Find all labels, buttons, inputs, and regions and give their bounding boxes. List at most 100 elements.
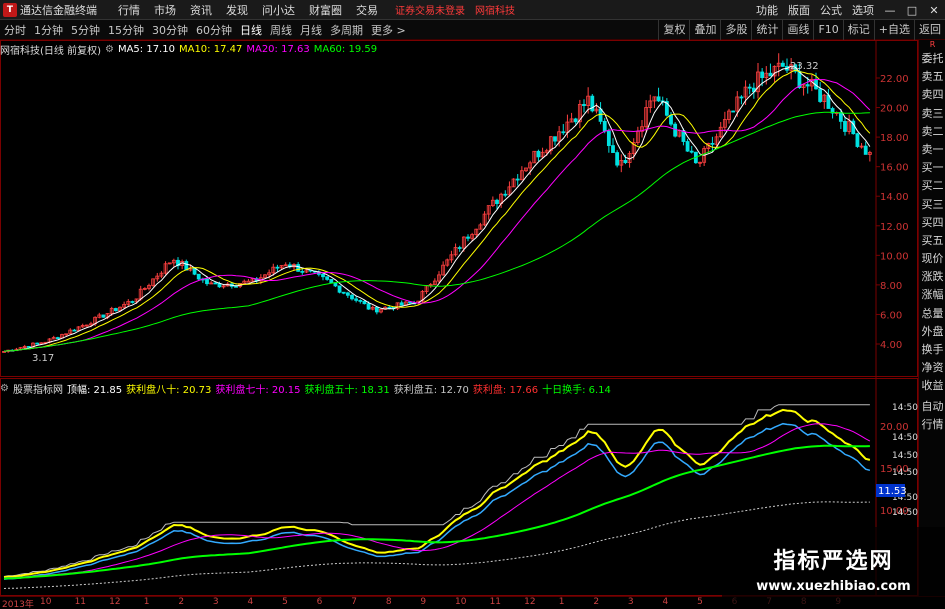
sub-gear-icon[interactable]: ⚙ (0, 383, 9, 394)
minimize-icon[interactable]: — (879, 4, 901, 17)
period-30min[interactable]: 30分钟 (148, 22, 192, 38)
draw-button[interactable]: 画线 (782, 20, 813, 40)
candle-body (325, 276, 330, 280)
side-item-price[interactable]: 现价 (919, 250, 945, 268)
date-tick: 1 (558, 597, 565, 607)
candle-body (321, 273, 325, 278)
candle-body (768, 72, 773, 77)
candle-body (113, 308, 118, 312)
chart-frame[interactable]: 22.00 20.00 18.00 16.00 14.00 12.00 10.00 8.00 6… (0, 40, 918, 596)
candle-body (623, 160, 628, 163)
price-axis-labels: 22.00 20.00 18.00 16.00 14.00 12.00 10.00 8.00 6… (876, 74, 918, 518)
side-item-buy3[interactable]: 买三 (919, 196, 945, 214)
low-price-label: 3.17 (32, 353, 54, 364)
candle-body (345, 292, 350, 296)
candle-body (354, 298, 359, 301)
menu-function[interactable]: 功能 (751, 2, 783, 18)
overlay-button[interactable]: 叠加 (689, 20, 720, 40)
menu-news[interactable]: 资讯 (183, 2, 219, 18)
side-item-sell3[interactable]: 卖三 (919, 105, 945, 123)
menu-layout[interactable]: 版面 (783, 2, 815, 18)
candle-body (780, 62, 785, 67)
ma-lines (3, 65, 871, 352)
side-item-change[interactable]: 涨跌 (919, 268, 945, 286)
period-intraday[interactable]: 分时 (0, 22, 30, 38)
period-monthly[interactable]: 月线 (296, 22, 326, 38)
candle-body (818, 88, 823, 102)
date-tick: 10 (455, 597, 467, 607)
date-tick: 3 (212, 597, 219, 607)
candle-body (275, 266, 280, 269)
time-label: 14:50 (892, 468, 918, 478)
side-item-change-pct[interactable]: 涨幅 (919, 286, 945, 304)
side-item-sell5[interactable]: 卖五 (919, 68, 945, 86)
f10-button[interactable]: F10 (813, 20, 842, 40)
app-logo-icon: T (3, 2, 17, 17)
sub-legend: ⚙ 股票指标网 顶幅: 21.85 获利盘八十: 20.73 获利盘七十: 20… (0, 381, 615, 396)
side-item-buy1[interactable]: 买一 (919, 159, 945, 177)
back-button[interactable]: 返回 (914, 20, 945, 40)
candle-body (611, 145, 615, 153)
maximize-icon[interactable]: □ (901, 4, 923, 17)
date-tick: 11 (489, 597, 502, 607)
period-5min[interactable]: 5分钟 (67, 22, 104, 38)
candle-body (408, 301, 412, 304)
current-stock-name: 网宿科技 (475, 6, 515, 17)
menu-discover[interactable]: 发现 (219, 2, 255, 18)
side-item-turnover[interactable]: 换手 (919, 341, 945, 359)
menu-trade[interactable]: 交易 (349, 2, 385, 18)
mark-button[interactable]: 标记 (842, 20, 874, 40)
period-more[interactable]: 更多 > (367, 22, 410, 38)
login-alert[interactable]: 证券交易未登录 (395, 2, 465, 17)
indicator-name[interactable]: 股票指标网 (13, 381, 63, 396)
indicator-top: 顶幅: 21.85 (66, 384, 123, 396)
kline-chart-svg[interactable]: 22.00 20.00 18.00 16.00 14.00 12.00 10.00 8.00 6… (0, 40, 918, 596)
menu-formula[interactable]: 公式 (815, 2, 847, 18)
date-tick: 6 (316, 597, 323, 607)
period-1min[interactable]: 1分钟 (30, 22, 67, 38)
candle-body (205, 278, 209, 285)
add-watchlist-button[interactable]: +自选 (873, 20, 914, 40)
menu-bar: T 通达信金融终端 行情 市场 资讯 发现 问小达 财富圈 交易 证券交易未登录… (0, 0, 945, 20)
date-tick: 1 (143, 597, 150, 607)
main-panel-border (0, 40, 918, 377)
side-item-buy4[interactable]: 买四 (919, 214, 945, 232)
side-item-buy2[interactable]: 买二 (919, 177, 945, 195)
candlesticks (2, 53, 872, 353)
menu-quotes[interactable]: 行情 (111, 2, 147, 18)
price-tick: 14.00 (880, 192, 909, 203)
candle-body (602, 120, 607, 132)
side-top-mark: R (929, 40, 936, 49)
side-item-outer[interactable]: 外盘 (919, 323, 945, 341)
price-tick: 6.00 (880, 310, 902, 321)
side-item-order[interactable]: 委托 (919, 50, 945, 68)
indicator-gear-icon[interactable]: ⚙ (105, 44, 114, 55)
side-item-earnings[interactable]: 收益 (919, 377, 945, 395)
period-daily[interactable]: 日线 (236, 22, 266, 38)
menu-options[interactable]: 选项 (847, 2, 879, 18)
side-item-volume[interactable]: 总量 (919, 305, 945, 323)
price-tick: 4.00 (880, 340, 902, 351)
close-icon[interactable]: ✕ (923, 4, 945, 17)
menu-assistant[interactable]: 问小达 (255, 2, 302, 18)
side-item-auto[interactable]: 自动 (919, 398, 945, 416)
candle-body (739, 96, 744, 99)
multi-stock-button[interactable]: 多股 (720, 20, 751, 40)
menu-market[interactable]: 市场 (147, 2, 183, 18)
side-item-sell2[interactable]: 卖二 (919, 123, 945, 141)
candle-body (573, 118, 578, 123)
period-60min[interactable]: 60分钟 (192, 22, 236, 38)
side-item-buy5[interactable]: 买五 (919, 232, 945, 250)
period-multi[interactable]: 多周期 (326, 22, 367, 38)
side-item-sell4[interactable]: 卖四 (919, 86, 945, 104)
stats-button[interactable]: 统计 (751, 20, 782, 40)
side-item-net-asset[interactable]: 净资 (919, 359, 945, 377)
menu-wealth[interactable]: 财富圈 (302, 2, 349, 18)
time-label: 14:50 (892, 508, 918, 518)
adjust-button[interactable]: 复权 (658, 20, 689, 40)
side-item-sell1[interactable]: 卖一 (919, 141, 945, 159)
period-15min[interactable]: 15分钟 (104, 22, 148, 38)
app-title: 通达信金融终端 (20, 3, 97, 17)
side-item-quotes[interactable]: 行情 (919, 416, 945, 434)
period-weekly[interactable]: 周线 (266, 22, 296, 38)
